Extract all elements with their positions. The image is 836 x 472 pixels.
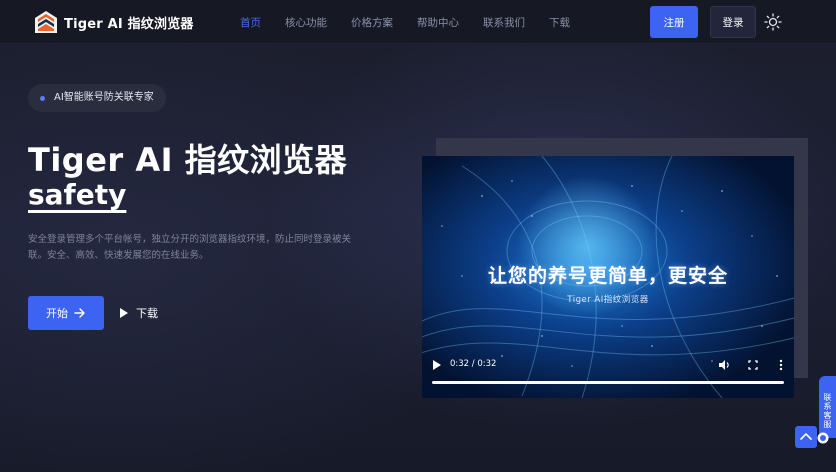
- chat-icon[interactable]: [817, 432, 829, 444]
- video-headline: 让您的养号更简单，更安全: [487, 265, 728, 287]
- start-button[interactable]: 开始: [28, 296, 104, 330]
- nav-home[interactable]: 首页: [240, 15, 261, 30]
- nav-help[interactable]: 帮助中心: [417, 15, 459, 30]
- fullscreen-icon[interactable]: [746, 358, 760, 372]
- hero-badge: AI智能账号防关联专家: [28, 84, 166, 112]
- hero-title: Tiger AI 指纹浏览器: [28, 141, 348, 179]
- arrow-right-icon: [74, 308, 85, 318]
- sun-icon[interactable]: [764, 13, 782, 31]
- download-button[interactable]: 下载: [120, 296, 158, 330]
- video-controls: 0:32 / 0:32: [422, 354, 794, 398]
- register-button[interactable]: 注册: [650, 6, 698, 38]
- top-navbar: Tiger AI 指纹浏览器 首页 核心功能 价格方案 帮助中心 联系我们 下载…: [0, 0, 836, 44]
- tiger-logo-icon[interactable]: [34, 10, 58, 34]
- hero-description: 安全登录管理多个平台帐号，独立分开的浏览器指纹环境，防止同时登录被关联。安全、高…: [28, 234, 352, 261]
- hero-badge-text: AI智能账号防关联专家: [54, 92, 154, 103]
- page: Tiger AI 指纹浏览器 首页 核心功能 价格方案 帮助中心 联系我们 下载…: [0, 0, 836, 472]
- volume-icon[interactable]: [717, 358, 731, 372]
- video-subline: Tiger AI指纹浏览器: [567, 295, 649, 305]
- login-button[interactable]: 登录: [710, 6, 756, 38]
- promo-video[interactable]: 让您的养号更简单，更安全 Tiger AI指纹浏览器 0:32 / 0:32: [422, 156, 794, 398]
- nav-download[interactable]: 下载: [549, 15, 570, 30]
- video-time: 0:32 / 0:32: [450, 359, 497, 369]
- back-to-top-button[interactable]: [795, 426, 817, 448]
- badge-dot-icon: [40, 96, 45, 101]
- hero-subtitle: safety: [28, 178, 127, 211]
- nav-contact[interactable]: 联系我们: [483, 15, 525, 30]
- brand-name[interactable]: Tiger AI 指纹浏览器: [64, 13, 194, 32]
- video-progress-bar[interactable]: [432, 381, 784, 384]
- chevron-up-icon: [800, 433, 812, 440]
- play-icon[interactable]: [432, 359, 442, 371]
- nav-pricing[interactable]: 价格方案: [351, 15, 393, 30]
- more-vertical-icon[interactable]: [774, 358, 788, 372]
- download-button-label: 下载: [136, 307, 158, 320]
- main-nav: 首页 核心功能 价格方案 帮助中心 联系我们 下载: [240, 15, 594, 30]
- play-icon: [120, 308, 128, 318]
- nav-features[interactable]: 核心功能: [285, 15, 327, 30]
- contact-support-tab[interactable]: 联系客服: [819, 376, 836, 438]
- start-button-label: 开始: [46, 307, 68, 320]
